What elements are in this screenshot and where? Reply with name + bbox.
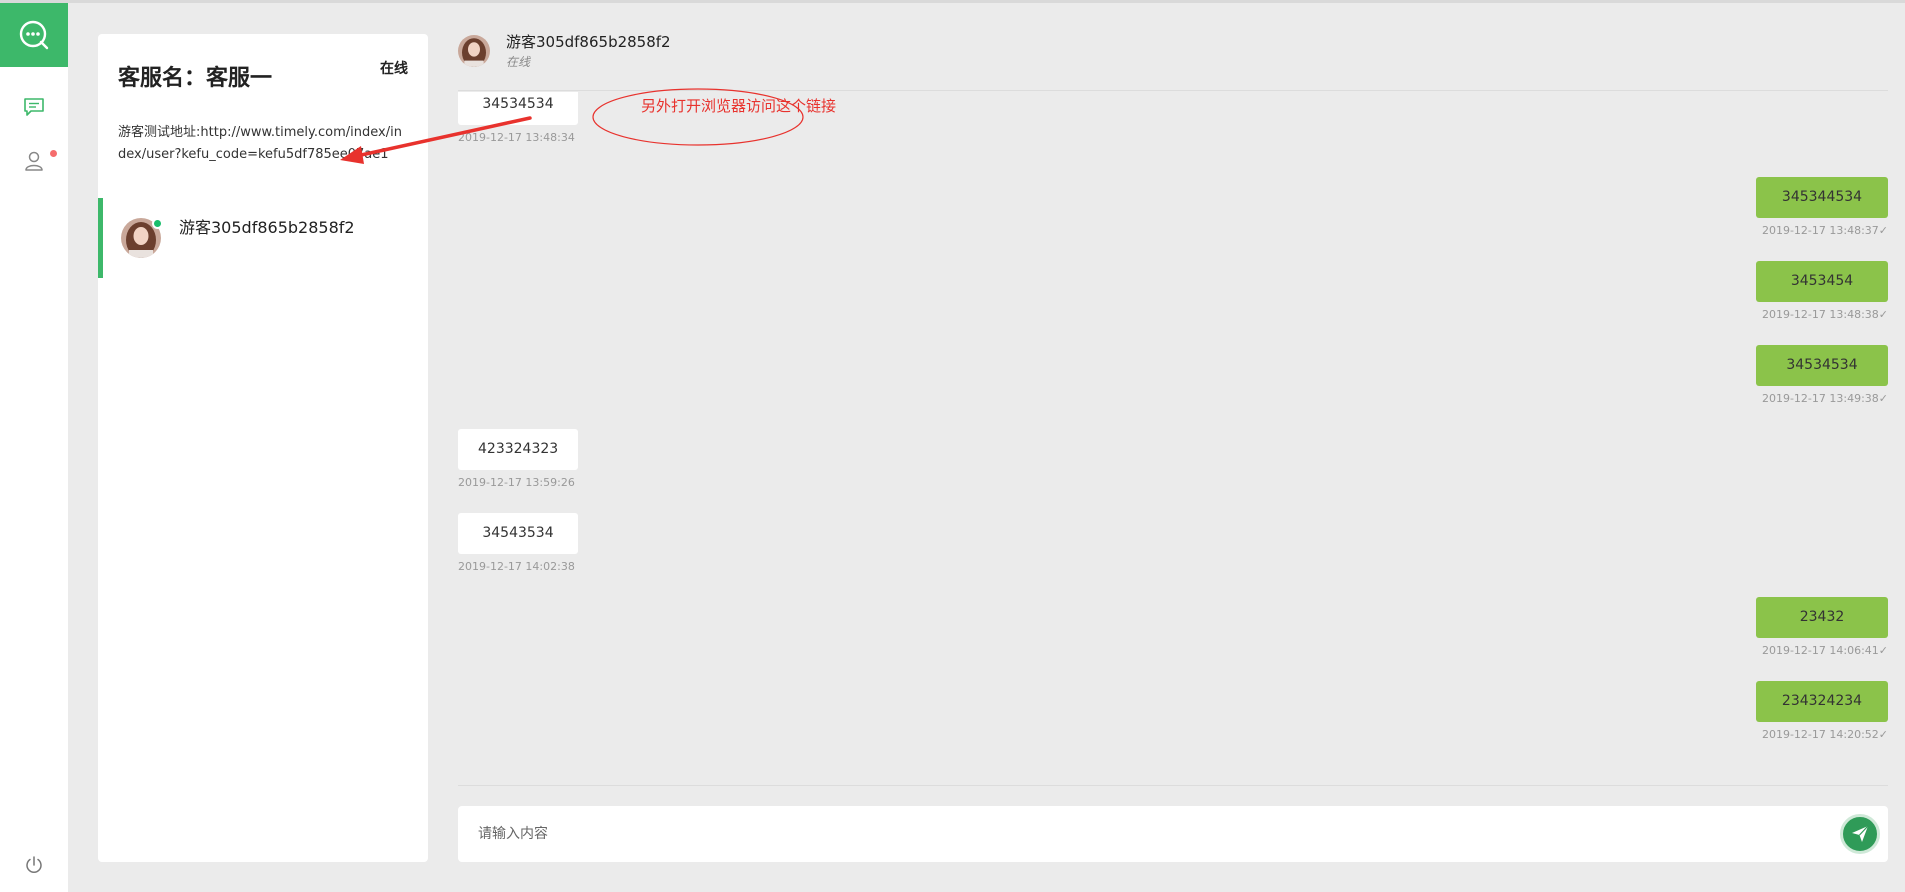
message-input[interactable] bbox=[478, 806, 1778, 862]
input-divider bbox=[458, 785, 1888, 786]
message-composer bbox=[458, 806, 1888, 862]
send-button[interactable] bbox=[1840, 814, 1880, 854]
annotation-text: 另外打开浏览器访问这个链接 bbox=[641, 97, 837, 115]
annotation-overlay bbox=[340, 88, 804, 164]
annotation-arrow-head bbox=[340, 146, 364, 164]
paper-plane-icon bbox=[1852, 825, 1869, 842]
annotation-arrow-line bbox=[350, 116, 532, 159]
